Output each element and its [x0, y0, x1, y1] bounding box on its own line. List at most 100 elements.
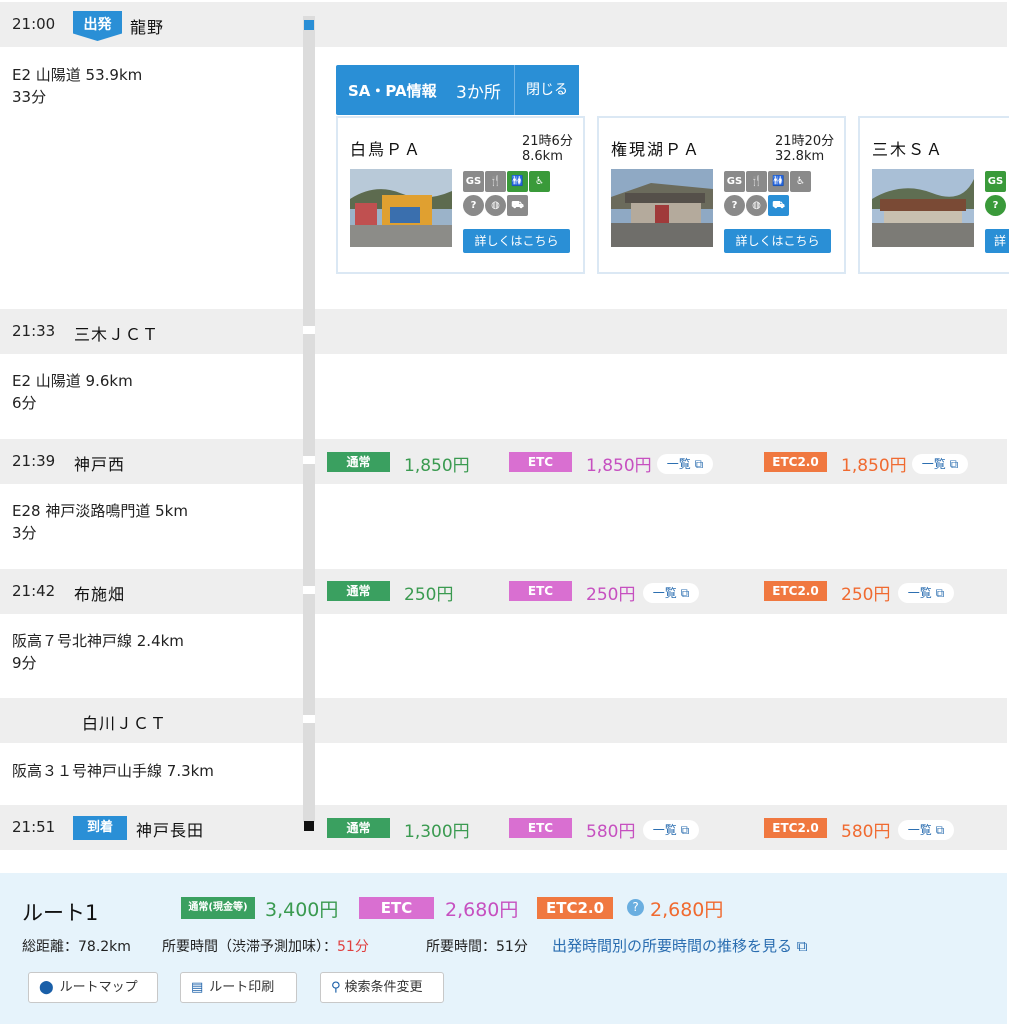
info-icon: ? [724, 195, 745, 216]
sapa-time: 21時6分 [522, 134, 573, 149]
restaurant-icon: 🍴 [746, 171, 767, 192]
sapa-card-gongenko[interactable]: 権現湖ＰＡ 21時20分 32.8km GS 🍴 🚻 ♿ ? ◍ ⛟ 詳しくはこちら [597, 116, 846, 274]
summary-normal-tag: 通常(現金等) [181, 897, 255, 919]
depart-place: 龍野 [130, 18, 165, 37]
route-title: ルート1 [22, 901, 99, 925]
depart-badge: 出発 [73, 11, 122, 41]
row-fusehata: 21:42 布施畑 通常 250円 ETC 250円 一覧 ⧉ ETC2.0 2… [0, 569, 1007, 614]
sapa-card-miki[interactable]: 三木ＳＡ GS ? 詳 [858, 116, 1009, 274]
fare-list-link[interactable]: 一覧 ⧉ [643, 583, 699, 603]
segment-duration: 33分 [12, 88, 47, 106]
travel-time: 所要時間：51分 [426, 939, 528, 955]
route-line-node [303, 456, 315, 464]
segment-road: 阪高７号北神戸線 2.4km [12, 632, 184, 650]
fare-normal-tag: 通常 [327, 581, 390, 601]
fare-list-link[interactable]: 一覧 ⧉ [912, 454, 968, 474]
help-icon[interactable]: ? [627, 899, 644, 916]
sapa-title: SA・PA情報 [348, 82, 437, 100]
summary-etc-price: 2,680円 [445, 899, 519, 921]
gas-station-icon: GS [463, 171, 484, 192]
sapa-photo [872, 169, 974, 247]
search-icon: ⚲ [331, 980, 341, 995]
fare-etc2-tag: ETC2.0 [764, 581, 827, 601]
fare-etc-price: 1,850円 [586, 456, 652, 476]
time-trend-link[interactable]: 出発時間別の所要時間の推移を見る ⧉ [552, 935, 808, 956]
fare-list-link[interactable]: 一覧 ⧉ [657, 454, 713, 474]
fare-etc-tag: ETC [509, 818, 572, 838]
summary-etc2-price: 2,680円 [650, 899, 724, 921]
route-line [303, 16, 315, 822]
fare-list-link[interactable]: 一覧 ⧉ [898, 583, 954, 603]
accessible-icon: ♿ [790, 171, 811, 192]
fare-normal-price: 1,850円 [404, 456, 470, 476]
route-line-node [303, 586, 315, 594]
segment-3: E28 神戸淡路鳴門道 5km 3分 [0, 484, 1007, 569]
printer-icon: ▤ [191, 980, 204, 995]
segment-duration: 3分 [12, 524, 37, 542]
sapa-facility-icons: GS 🍴 🚻 ♿ ? ◍ ⛟ [724, 171, 834, 219]
gas-station-icon: GS [985, 171, 1006, 192]
info-icon: ? [463, 195, 484, 216]
row-depart: 21:00 出発 龍野 [0, 2, 1007, 47]
total-distance: 総距離：78.2km [22, 939, 131, 955]
row-place: 神戸西 [74, 455, 126, 474]
sapa-detail-button[interactable]: 詳しくはこちら [724, 229, 831, 253]
fare-etc2-price: 1,850円 [841, 456, 907, 476]
route-summary: ルート1 通常(現金等) 3,400円 ETC 2,680円 ETC2.0 ? … [0, 873, 1007, 1024]
segment-road: E2 山陽道 53.9km [12, 66, 143, 84]
fare-normal-price: 250円 [404, 585, 454, 605]
row-kobe-nishi: 21:39 神戸西 通常 1,850円 ETC 1,850円 一覧 ⧉ ETC2… [0, 439, 1007, 484]
sapa-card-shiratori[interactable]: 白鳥ＰＡ 21時6分 8.6km GS 🍴 🚻 ♿ ? ◍ ⛟ 詳しくはこちら [336, 116, 585, 274]
fare-etc-tag: ETC [509, 581, 572, 601]
ev-icon: ⛟ [507, 195, 528, 216]
sapa-name: 三木ＳＡ [872, 140, 945, 159]
row-time: 21:33 [12, 322, 56, 340]
route-end-marker [304, 821, 314, 831]
sapa-detail-button[interactable]: 詳しくはこちら [463, 229, 570, 253]
sapa-time: 21時20分 [775, 134, 835, 149]
segment-duration: 6分 [12, 394, 37, 412]
sapa-photo [350, 169, 452, 247]
segment-road: E2 山陽道 9.6km [12, 372, 133, 390]
vending-icon: ◍ [485, 195, 506, 216]
fare-normal-tag: 通常 [327, 818, 390, 838]
gas-station-icon: GS [724, 171, 745, 192]
sapa-detail-button[interactable]: 詳 [985, 229, 1009, 253]
segment-4: 阪高７号北神戸線 2.4km 9分 [0, 614, 1007, 698]
travel-time-jam: 所要時間（渋滞予測加味）：51分 [162, 939, 369, 955]
fare-etc-tag: ETC [509, 452, 572, 472]
sapa-name: 権現湖ＰＡ [611, 140, 702, 159]
arrive-badge: 到着 [73, 816, 127, 840]
sapa-close-button[interactable]: 閉じる [514, 65, 579, 115]
sapa-facility-icons: GS ? [985, 171, 1009, 219]
fare-normal-price: 1,300円 [404, 822, 470, 842]
segment-2: E2 山陽道 9.6km 6分 [0, 354, 1007, 439]
fare-etc2-price: 580円 [841, 822, 891, 842]
row-miki-jct: 21:33 三木ＪＣＴ [0, 309, 1007, 354]
route-line-node [303, 715, 315, 723]
sapa-distance: 8.6km [522, 149, 563, 164]
toilet-icon: 🚻 [768, 171, 789, 192]
route-line-node [303, 326, 315, 334]
segment-5: 阪高３１号神戸山手線 7.3km [0, 743, 1007, 805]
map-pin-icon: ⬤ [39, 980, 54, 995]
summary-etc2-tag: ETC2.0 [537, 897, 613, 919]
fare-etc-price: 250円 [586, 585, 636, 605]
row-place: 布施畑 [74, 585, 126, 604]
sapa-count: 3か所 [456, 83, 501, 103]
arrive-place: 神戸長田 [136, 821, 205, 840]
fare-list-link[interactable]: 一覧 ⧉ [643, 820, 699, 840]
change-search-button[interactable]: ⚲ 検索条件変更 [320, 972, 444, 1003]
fare-list-link[interactable]: 一覧 ⧉ [898, 820, 954, 840]
row-place: 三木ＪＣＴ [74, 325, 160, 344]
row-place: 白川ＪＣＴ [82, 714, 168, 733]
fare-etc2-price: 250円 [841, 585, 891, 605]
row-time: 21:42 [12, 582, 56, 600]
segment-road: 阪高３１号神戸山手線 7.3km [12, 762, 214, 780]
toilet-icon: 🚻 [507, 171, 528, 192]
sapa-facility-icons: GS 🍴 🚻 ♿ ? ◍ ⛟ [463, 171, 573, 219]
fare-etc2-tag: ETC2.0 [764, 452, 827, 472]
route-map-button[interactable]: ⬤ ルートマップ [28, 972, 158, 1003]
depart-time: 21:00 [12, 15, 56, 33]
route-print-button[interactable]: ▤ ルート印刷 [180, 972, 297, 1003]
